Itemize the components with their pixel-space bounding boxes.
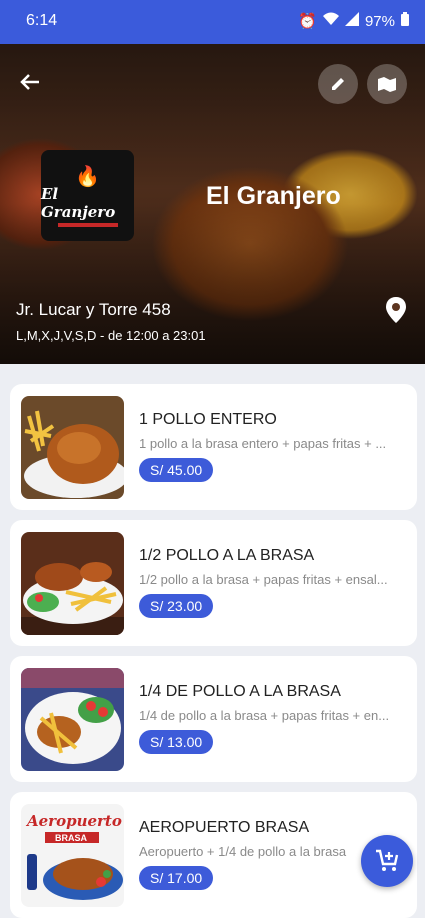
thumb-text-brasa: BRASA — [55, 833, 88, 843]
add-to-cart-icon — [376, 849, 399, 871]
restaurant-logo: 🔥 El Granjero — [41, 150, 134, 241]
status-time: 6:14 — [26, 12, 58, 29]
edit-button[interactable] — [318, 64, 358, 104]
pencil-icon — [332, 78, 344, 90]
battery-icon — [401, 12, 409, 30]
restaurant-address: Jr. Lucar y Torre 458 — [16, 300, 171, 319]
menu-item-description: 1 pollo a la brasa entero + papas fritas… — [139, 436, 387, 451]
signal-icon — [344, 12, 359, 30]
logo-bar — [57, 223, 118, 227]
status-icons: ⏰ 97% — [298, 12, 409, 30]
battery-text: 97% — [364, 12, 395, 30]
menu-item-title: AEROPUERTO BRASA — [139, 819, 310, 836]
location-pin-icon — [386, 297, 406, 323]
restaurant-hours: L,M,X,J,V,S,D - de 12:00 a 23:01 — [16, 328, 206, 343]
menu-item-image — [21, 396, 124, 499]
logo-text: El Granjero — [41, 185, 116, 221]
location-button[interactable] — [384, 296, 408, 324]
arrow-left-icon — [20, 74, 39, 90]
menu-item-card[interactable]: 1/4 DE POLLO A LA BRASA 1/4 de pollo a l… — [10, 656, 417, 782]
menu-item-description: 1/2 pollo a la brasa + papas fritas + en… — [139, 572, 388, 587]
menu-item-price: S/ 45.00 — [139, 458, 214, 482]
map-icon — [378, 77, 396, 92]
wifi-icon — [322, 12, 339, 30]
thumb-text-aeropuerto: Aeropuerto — [25, 812, 122, 830]
menu-item-card[interactable]: Aeropuerto BRASA AEROPUERTO BRASA Aeropu… — [10, 792, 417, 918]
back-button[interactable] — [14, 68, 46, 100]
restaurant-header: 🔥 El Granjero El Granjero Jr. Lucar y To… — [0, 44, 425, 364]
menu-item-card[interactable]: 1 POLLO ENTERO 1 pollo a la brasa entero… — [10, 384, 417, 510]
menu-item-price: S/ 13.00 — [139, 730, 214, 754]
status-bar: 6:14 ⏰ 97% — [0, 0, 425, 44]
menu-item-image — [21, 532, 124, 635]
menu-item-title: 1 POLLO ENTERO — [139, 411, 277, 428]
menu-item-title: 1/4 DE POLLO A LA BRASA — [139, 683, 341, 700]
map-button[interactable] — [367, 64, 407, 104]
menu-item-price: S/ 17.00 — [139, 866, 214, 890]
restaurant-name: El Granjero — [206, 182, 341, 210]
add-to-cart-button[interactable] — [361, 835, 413, 887]
menu-item-image: Aeropuerto BRASA — [21, 804, 124, 907]
menu-item-image — [21, 668, 124, 771]
menu-item-price: S/ 23.00 — [139, 594, 214, 618]
menu-item-card[interactable]: 1/2 POLLO A LA BRASA 1/2 pollo a la bras… — [10, 520, 417, 646]
menu-item-title: 1/2 POLLO A LA BRASA — [139, 547, 315, 564]
alarm-icon: ⏰ — [298, 13, 317, 30]
menu-item-description: 1/4 de pollo a la brasa + papas fritas +… — [139, 708, 390, 723]
